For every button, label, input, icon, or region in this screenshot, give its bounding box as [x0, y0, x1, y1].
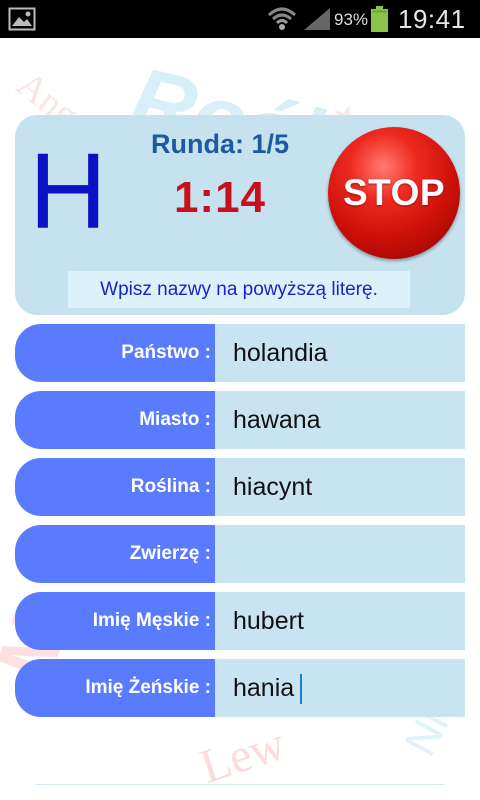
field-row-animal: Zwierzę :	[15, 525, 465, 583]
field-row-male-name: Imię Męskie :	[15, 592, 465, 650]
battery-percent: 93%	[334, 10, 369, 29]
field-label: Imię Męskie :	[15, 592, 215, 650]
field-label: Zwierzę :	[15, 525, 215, 583]
country-input[interactable]	[215, 324, 465, 382]
current-letter: H	[29, 130, 107, 251]
answer-form: Państwo : Miasto : Roślina : Zwierzę : I…	[15, 324, 465, 726]
bottom-divider	[35, 784, 445, 785]
animal-input[interactable]	[215, 525, 465, 583]
gallery-icon	[8, 7, 36, 31]
instruction-text: Wpisz nazwy na powyższą literę.	[68, 271, 410, 308]
field-label: Państwo :	[15, 324, 215, 382]
field-label: Imię Żeńskie :	[15, 659, 215, 717]
countdown-timer: 1:14	[173, 173, 267, 222]
status-bar: 93% 19:41	[0, 0, 480, 38]
round-counter: Runda: 1/5	[150, 129, 290, 159]
field-row-female-name: Imię Żeńskie :	[15, 659, 465, 717]
city-input[interactable]	[215, 391, 465, 449]
stop-button[interactable]: STOP	[328, 127, 460, 259]
clock: 19:41	[398, 4, 466, 34]
field-row-country: Państwo :	[15, 324, 465, 382]
wifi-icon	[267, 7, 297, 30]
field-label: Miasto :	[15, 391, 215, 449]
male-name-input[interactable]	[215, 592, 465, 650]
field-label: Roślina :	[15, 458, 215, 516]
stop-button-label: STOP	[342, 172, 446, 213]
game-panel: H Runda: 1/5 1:14 STOP Wpisz nazwy na po…	[15, 115, 465, 315]
female-name-input[interactable]	[215, 659, 465, 717]
field-row-plant: Roślina :	[15, 458, 465, 516]
signal-icon	[304, 8, 330, 30]
battery-icon	[371, 6, 388, 32]
plant-input[interactable]	[215, 458, 465, 516]
field-row-city: Miasto :	[15, 391, 465, 449]
